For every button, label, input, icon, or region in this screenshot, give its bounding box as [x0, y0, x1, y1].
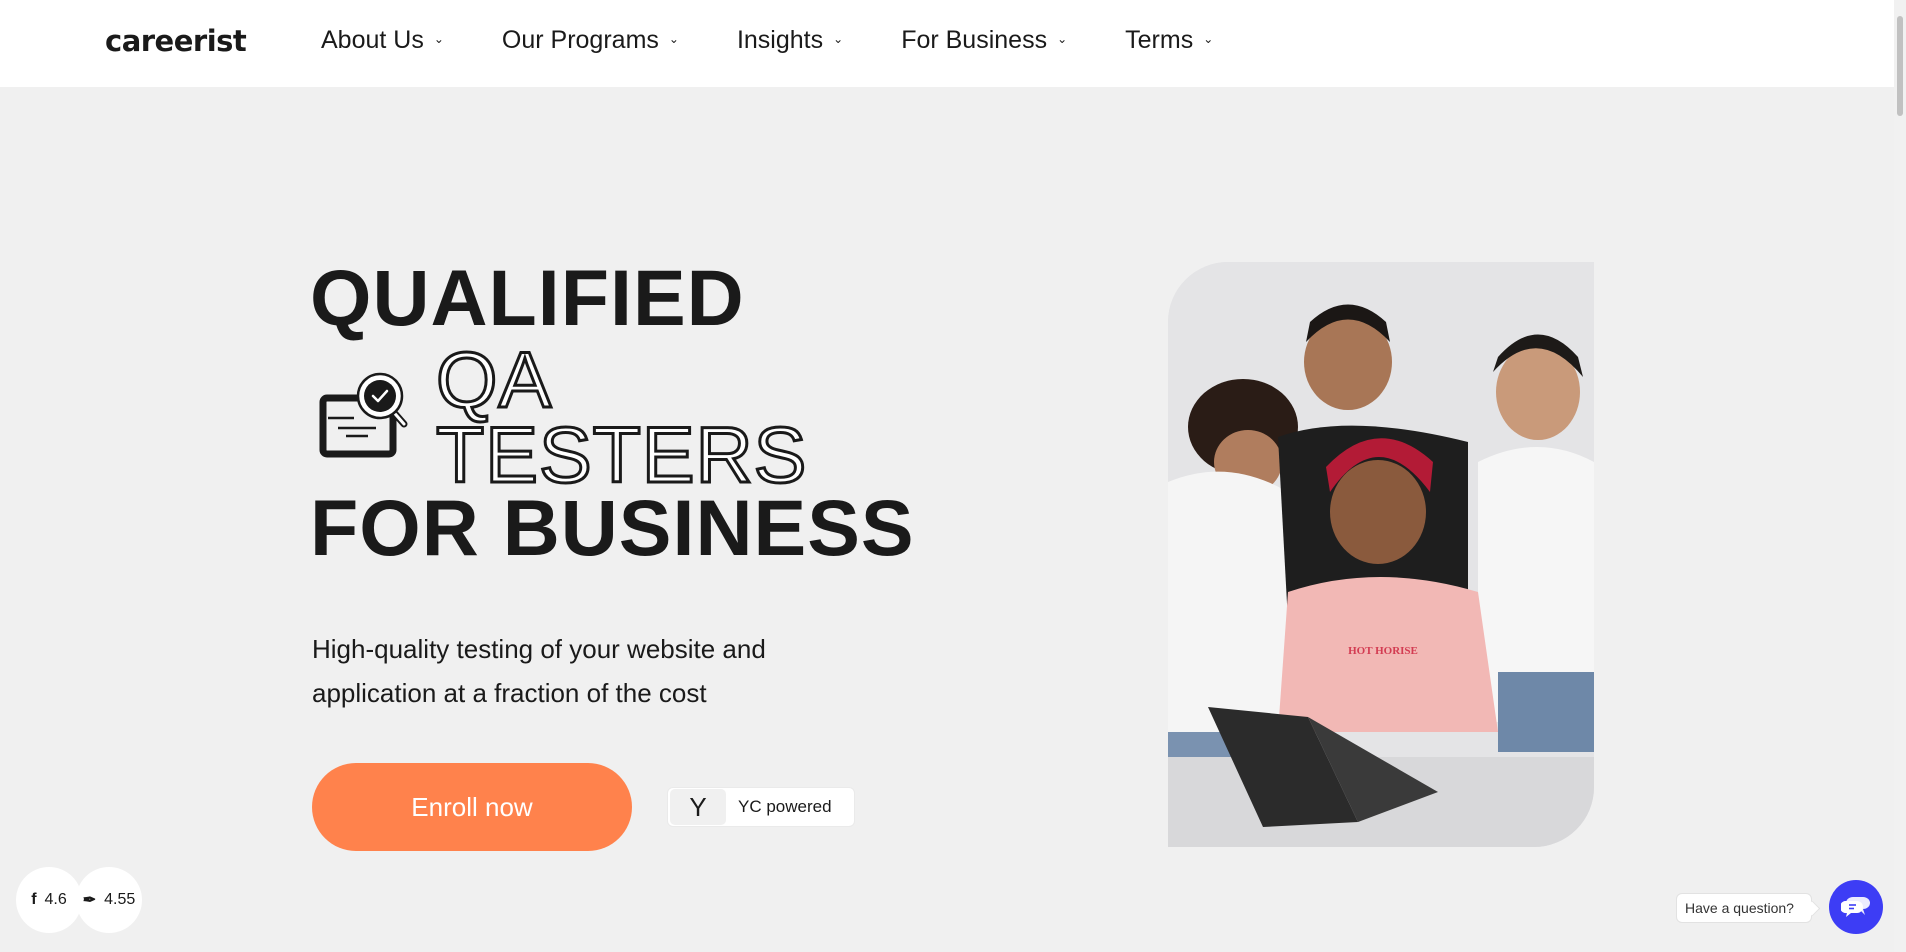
review-site-rating-badge[interactable]: ✒ 4.55: [76, 867, 142, 933]
chat-button[interactable]: [1829, 880, 1883, 934]
headline-line-1: QUALIFIED: [310, 253, 745, 342]
headline-line-2: QA: [434, 335, 553, 424]
nav-for-business[interactable]: For Business ⌄: [901, 26, 1067, 55]
chevron-down-icon: ⌄: [1203, 31, 1214, 46]
rating-value: 4.55: [104, 891, 136, 908]
nav-label: Our Programs: [501, 26, 659, 54]
review-site-icon: ✒: [82, 892, 97, 909]
logo[interactable]: careerist: [105, 24, 247, 58]
site-header: careerist About Us ⌄ Our Programs ⌄ Insi…: [0, 0, 1894, 87]
page-scrollbar[interactable]: [1894, 0, 1906, 952]
ycombinator-icon: Y: [670, 789, 726, 825]
hero-photo: HOT HORISE: [1168, 262, 1594, 847]
hero-subtitle: High-quality testing of your website and…: [312, 634, 766, 708]
rating-value: 4.6: [44, 891, 67, 908]
chevron-down-icon: ⌄: [1057, 31, 1068, 46]
nav-label: For Business: [901, 26, 1048, 54]
chat-prompt[interactable]: Have a question?: [1676, 893, 1812, 923]
chevron-down-icon: ⌄: [833, 31, 844, 46]
nav-label: Insights: [736, 26, 824, 54]
nav-label: Terms: [1125, 26, 1194, 54]
yc-label: YC powered: [738, 797, 832, 816]
qa-inspection-icon: [319, 372, 408, 458]
chevron-down-icon: ⌄: [433, 31, 444, 46]
headline-line-4: FOR BUSINESS: [310, 483, 915, 572]
nav-about-us[interactable]: About Us ⌄: [321, 26, 444, 55]
facebook-rating-badge[interactable]: f 4.6: [16, 867, 82, 933]
team-photo-illustration: HOT HORISE: [1168, 262, 1594, 847]
chat-bubbles-icon: [1841, 897, 1870, 917]
enroll-now-button[interactable]: Enroll now: [312, 763, 632, 851]
nav-our-programs[interactable]: Our Programs ⌄: [502, 26, 679, 55]
scrollbar-thumb[interactable]: [1897, 16, 1903, 116]
nav-insights[interactable]: Insights ⌄: [737, 26, 843, 55]
main-nav: About Us ⌄ Our Programs ⌄ Insights ⌄ For…: [321, 26, 1271, 55]
nav-label: About Us: [321, 26, 424, 54]
chevron-down-icon: ⌄: [668, 31, 679, 46]
facebook-icon: f: [31, 891, 37, 908]
yc-powered-badge[interactable]: Y YC powered: [667, 787, 855, 827]
nav-terms[interactable]: Terms ⌄: [1125, 26, 1213, 55]
shirt-text: HOT HORISE: [1348, 645, 1418, 657]
